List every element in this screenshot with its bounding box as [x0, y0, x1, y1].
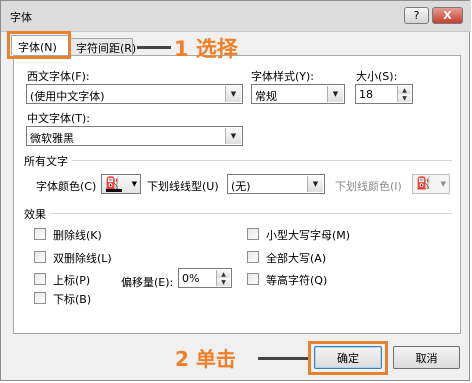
- font-color-label: 字体颜色(C): [36, 180, 97, 193]
- effects-heading: 效果: [24, 206, 50, 222]
- all-caps-label[interactable]: 全部大写(A): [266, 250, 326, 266]
- font-dialog: 字体 ? X 字体(N) 字符间距(R) 1 选择 西文字体(F): (使用中文…: [0, 0, 471, 381]
- tab-highlight-box: [7, 31, 71, 59]
- underline-color-label: 下划线颜色(I): [335, 180, 402, 193]
- font-color-swatch: [106, 189, 122, 192]
- spin-up-icon[interactable]: ▲: [216, 270, 230, 278]
- underline-color-button[interactable]: ⛽ ▼: [412, 174, 450, 194]
- small-caps-checkbox[interactable]: [247, 228, 259, 240]
- effects-divider: [24, 213, 452, 214]
- underline-type-select[interactable]: (无) ▼: [227, 174, 325, 194]
- font-style-value: 常规: [255, 90, 277, 103]
- font-color-button[interactable]: ⛽ ▼: [101, 174, 141, 194]
- western-font-value: (使用中文字体): [30, 90, 105, 103]
- spin-down-icon[interactable]: ▼: [397, 94, 411, 102]
- all-text-heading: 所有文字: [24, 153, 72, 169]
- strikethrough-label[interactable]: 删除线(K): [53, 227, 102, 243]
- font-style-select[interactable]: 常规 ▼: [251, 84, 345, 104]
- all-caps-checkbox[interactable]: [247, 251, 259, 263]
- chevron-down-icon[interactable]: ▼: [327, 86, 343, 102]
- double-strikethrough-label[interactable]: 双删除线(L): [53, 250, 112, 266]
- spin-up-icon[interactable]: ▲: [397, 86, 411, 94]
- western-font-select[interactable]: (使用中文字体) ▼: [26, 84, 243, 104]
- equalize-height-checkbox[interactable]: [247, 273, 259, 285]
- spin-down-icon[interactable]: ▼: [216, 278, 230, 286]
- title-bar: 字体 ? X: [1, 1, 471, 32]
- ok-highlight-box: [308, 341, 388, 375]
- window-title: 字体: [10, 11, 32, 24]
- offset-value: 0%: [182, 272, 200, 285]
- subscript-checkbox[interactable]: [34, 292, 46, 304]
- chevron-down-icon: ▼: [440, 180, 446, 188]
- all-text-divider: [24, 160, 452, 161]
- annotation-line-2: [258, 357, 308, 360]
- equalize-height-label[interactable]: 等高字符(Q): [266, 272, 327, 288]
- size-value: 18: [359, 88, 373, 101]
- tab-character-spacing[interactable]: 字符间距(R): [69, 38, 136, 55]
- chevron-down-icon[interactable]: ▼: [225, 86, 241, 102]
- chinese-font-value: 微软雅黑: [30, 132, 74, 145]
- underline-type-label: 下划线线型(U): [147, 180, 219, 193]
- offset-label: 偏移量(E):: [121, 276, 174, 289]
- double-strikethrough-checkbox[interactable]: [34, 251, 46, 263]
- cancel-button[interactable]: 取消: [393, 346, 460, 369]
- superscript-label[interactable]: 上标(P): [53, 272, 90, 288]
- close-button[interactable]: X: [432, 7, 463, 24]
- size-spinner[interactable]: 18 ▲ ▼: [355, 84, 413, 104]
- chevron-down-icon[interactable]: ▼: [225, 128, 241, 144]
- offset-spinner[interactable]: 0% ▲ ▼: [178, 268, 232, 288]
- chinese-font-select[interactable]: 微软雅黑 ▼: [26, 126, 243, 146]
- subscript-label[interactable]: 下标(B): [53, 291, 91, 307]
- small-caps-label[interactable]: 小型大写字母(M): [266, 227, 350, 243]
- chinese-font-label: 中文字体(T):: [27, 112, 91, 125]
- strikethrough-checkbox[interactable]: [34, 228, 46, 240]
- paint-bucket-icon: ⛽: [416, 176, 431, 190]
- superscript-checkbox[interactable]: [34, 273, 46, 285]
- western-font-label: 西文字体(F):: [27, 70, 90, 83]
- help-button[interactable]: ?: [404, 7, 429, 24]
- chevron-down-icon: ▼: [131, 180, 137, 188]
- annotation-line-1: [137, 46, 171, 49]
- annotation-step-2: 2 单击: [175, 347, 236, 371]
- font-style-label: 字体样式(Y):: [251, 70, 315, 83]
- underline-type-value: (无): [231, 180, 251, 193]
- annotation-step-1: 1 选择: [174, 37, 238, 61]
- size-label: 大小(S):: [356, 70, 398, 83]
- chevron-down-icon[interactable]: ▼: [307, 176, 323, 192]
- font-tab-panel: 西文字体(F): (使用中文字体) ▼ 字体样式(Y): 常规 ▼ 大小(S):…: [13, 55, 461, 334]
